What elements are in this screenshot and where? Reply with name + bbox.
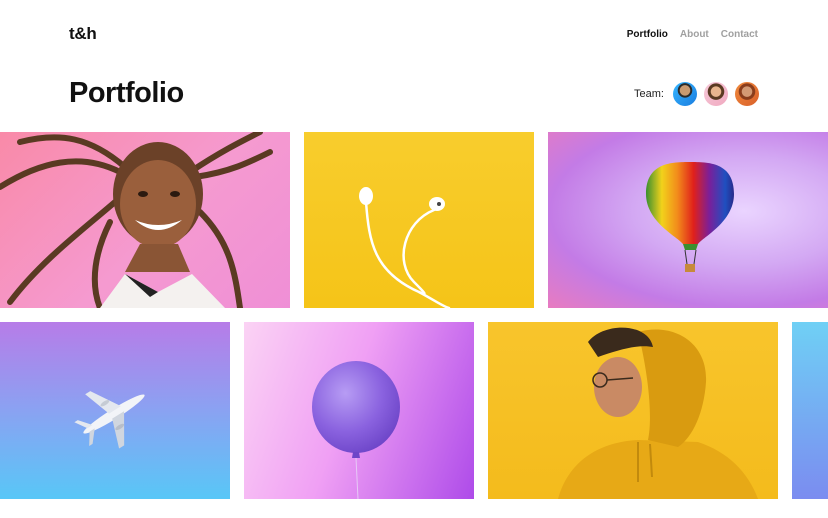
portfolio-tile-earphones[interactable] xyxy=(304,132,534,308)
nav-portfolio[interactable]: Portfolio xyxy=(627,29,668,40)
main-nav: Portfolio About Contact xyxy=(627,29,758,40)
purple-balloon-image xyxy=(312,361,400,499)
nav-about[interactable]: About xyxy=(680,29,709,40)
team-group: Team: xyxy=(634,82,759,106)
woman-image xyxy=(0,132,273,308)
hot-air-balloon-image xyxy=(646,162,734,272)
portfolio-tile-man-hoodie[interactable] xyxy=(488,322,778,499)
earphones-image xyxy=(359,187,451,308)
portfolio-tile-partial[interactable] xyxy=(792,322,828,499)
nav-contact[interactable]: Contact xyxy=(721,29,758,40)
portfolio-tile-hot-air-balloon[interactable] xyxy=(548,132,828,308)
portfolio-tile-woman[interactable] xyxy=(0,132,290,308)
portfolio-tile-purple-balloon[interactable] xyxy=(244,322,474,499)
team-label: Team: xyxy=(634,88,664,100)
team-avatar-1[interactable] xyxy=(673,82,697,106)
airplane-image xyxy=(74,391,145,449)
portfolio-tile-airplane[interactable] xyxy=(0,322,230,499)
page-title: Portfolio xyxy=(69,77,184,109)
team-avatar-2[interactable] xyxy=(704,82,728,106)
team-avatar-3[interactable] xyxy=(735,82,759,106)
man-hoodie-image xyxy=(558,327,758,499)
site-logo[interactable]: t&h xyxy=(69,24,97,44)
